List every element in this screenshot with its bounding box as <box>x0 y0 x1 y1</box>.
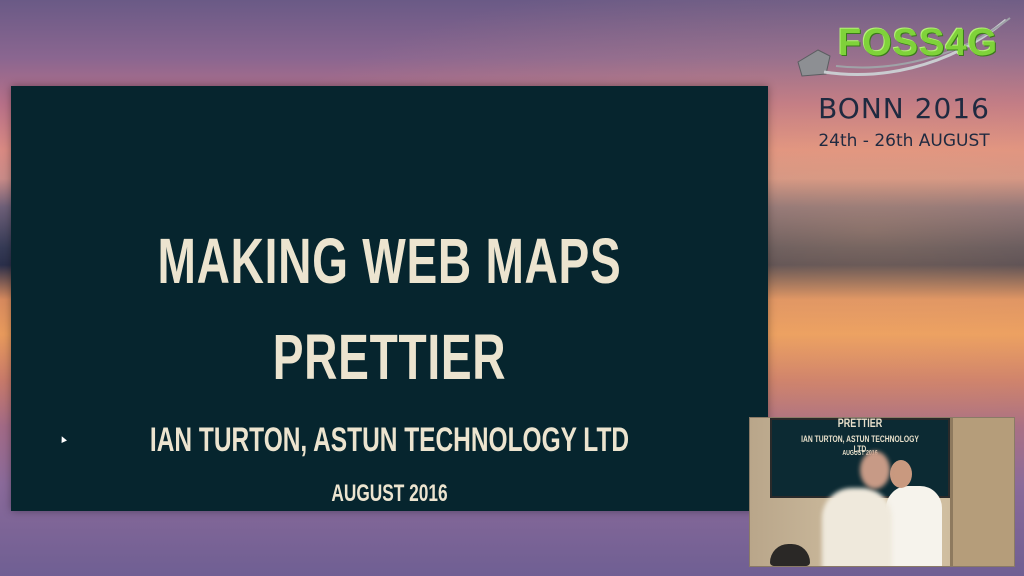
blurred-person <box>822 488 892 566</box>
slide-date: AUGUST 2016 <box>331 480 448 507</box>
slide-title-line-2: PRETTIER <box>272 321 507 393</box>
conference-dates: 24th - 26th AUGUST <box>818 131 990 151</box>
inset-screen-title: PRETTIER <box>837 417 883 430</box>
mouse-cursor-icon <box>59 435 67 443</box>
conference-location-year: BONN 2016 <box>818 92 990 125</box>
speaker-person <box>886 486 942 566</box>
logo-wordmark: FOSS4G <box>838 22 999 64</box>
presentation-slide: MAKING WEB MAPS PRETTIER IAN TURTON, AST… <box>11 86 768 511</box>
inset-screen-date: AUGUST 2016 <box>842 450 878 457</box>
speaker-video-inset: PRETTIER IAN TURTON, ASTUN TECHNOLOGY LT… <box>749 417 1015 567</box>
slide-title-line-1: MAKING WEB MAPS <box>157 225 622 297</box>
slide-author: IAN TURTON, ASTUN TECHNOLOGY LTD <box>149 421 630 459</box>
speaker-head <box>890 460 912 488</box>
blurred-person-head <box>860 451 890 489</box>
inset-door <box>950 418 1014 566</box>
